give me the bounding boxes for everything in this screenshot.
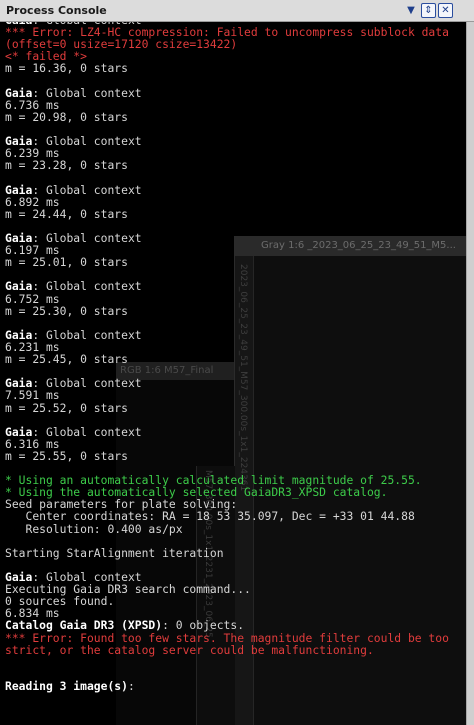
console-line: Catalog Gaia DR3 (XPSD): 0 objects. <box>5 619 466 631</box>
console-line: m = 25.55, 0 stars <box>5 448 128 463</box>
console-line: Reading 3 image(s): <box>5 680 466 692</box>
console-line: Gaia: Global context <box>5 377 466 389</box>
console-label: Reading 3 image(s) <box>5 679 128 694</box>
console-line: m = 23.28, 0 stars <box>5 158 128 173</box>
console-text: : <box>127 679 135 694</box>
console-error-line: *** Error: Found too few stars. The magn… <box>5 630 449 645</box>
console-line: Gaia: Global context <box>5 232 466 244</box>
console-line: Gaia: Global context <box>5 329 466 341</box>
console-line: m = 25.01, 0 stars <box>5 255 128 270</box>
console-line: Gaia: Global context <box>5 183 466 196</box>
console-line: m = 20.98, 0 stars <box>5 109 128 124</box>
console-log: Gaia: Global context*** Error: LZ4-HC co… <box>5 22 466 692</box>
console-line: Center coordinates: RA = 18 53 35.097, D… <box>5 509 415 524</box>
console-line: m = 25.45, 0 stars <box>5 352 128 367</box>
console-line: 7.591 ms <box>5 388 60 403</box>
menu-arrow-icon[interactable]: ▼ <box>404 3 418 18</box>
console-line: m = 25.30, 0 stars <box>5 303 128 318</box>
console-line: 0 sources found. <box>5 594 115 609</box>
title-bar: Process Console ▼ ⇕ ✕ <box>0 0 474 22</box>
console-line: Gaia: Global context <box>5 87 466 99</box>
console-scrollbar[interactable] <box>466 22 474 725</box>
console-line: Starting StarAlignment iteration <box>5 545 224 560</box>
console-line: Gaia: Global context <box>5 280 466 292</box>
console-line: m = 24.44, 0 stars <box>5 206 128 221</box>
float-window-icon[interactable]: ⇕ <box>421 3 436 18</box>
console-line: m = 25.52, 0 stars <box>5 400 128 415</box>
window-title: Process Console <box>6 4 107 17</box>
console-line: Resolution: 0.400 as/px <box>5 521 183 536</box>
console-line: m = 16.36, 0 stars <box>5 61 128 76</box>
console-line: Gaia: Global context <box>5 135 466 147</box>
close-icon[interactable]: ✕ <box>438 3 453 18</box>
console-line: Gaia: Global context <box>5 426 466 438</box>
console-error-line: strict, or the catalog server could be m… <box>5 642 374 657</box>
console-line: 6.752 ms <box>5 291 60 306</box>
console-line: 6.892 ms <box>5 194 60 209</box>
console-output[interactable]: Gray 1:6 _2023_06_25_23_49_51_M5... 2023… <box>0 22 466 725</box>
